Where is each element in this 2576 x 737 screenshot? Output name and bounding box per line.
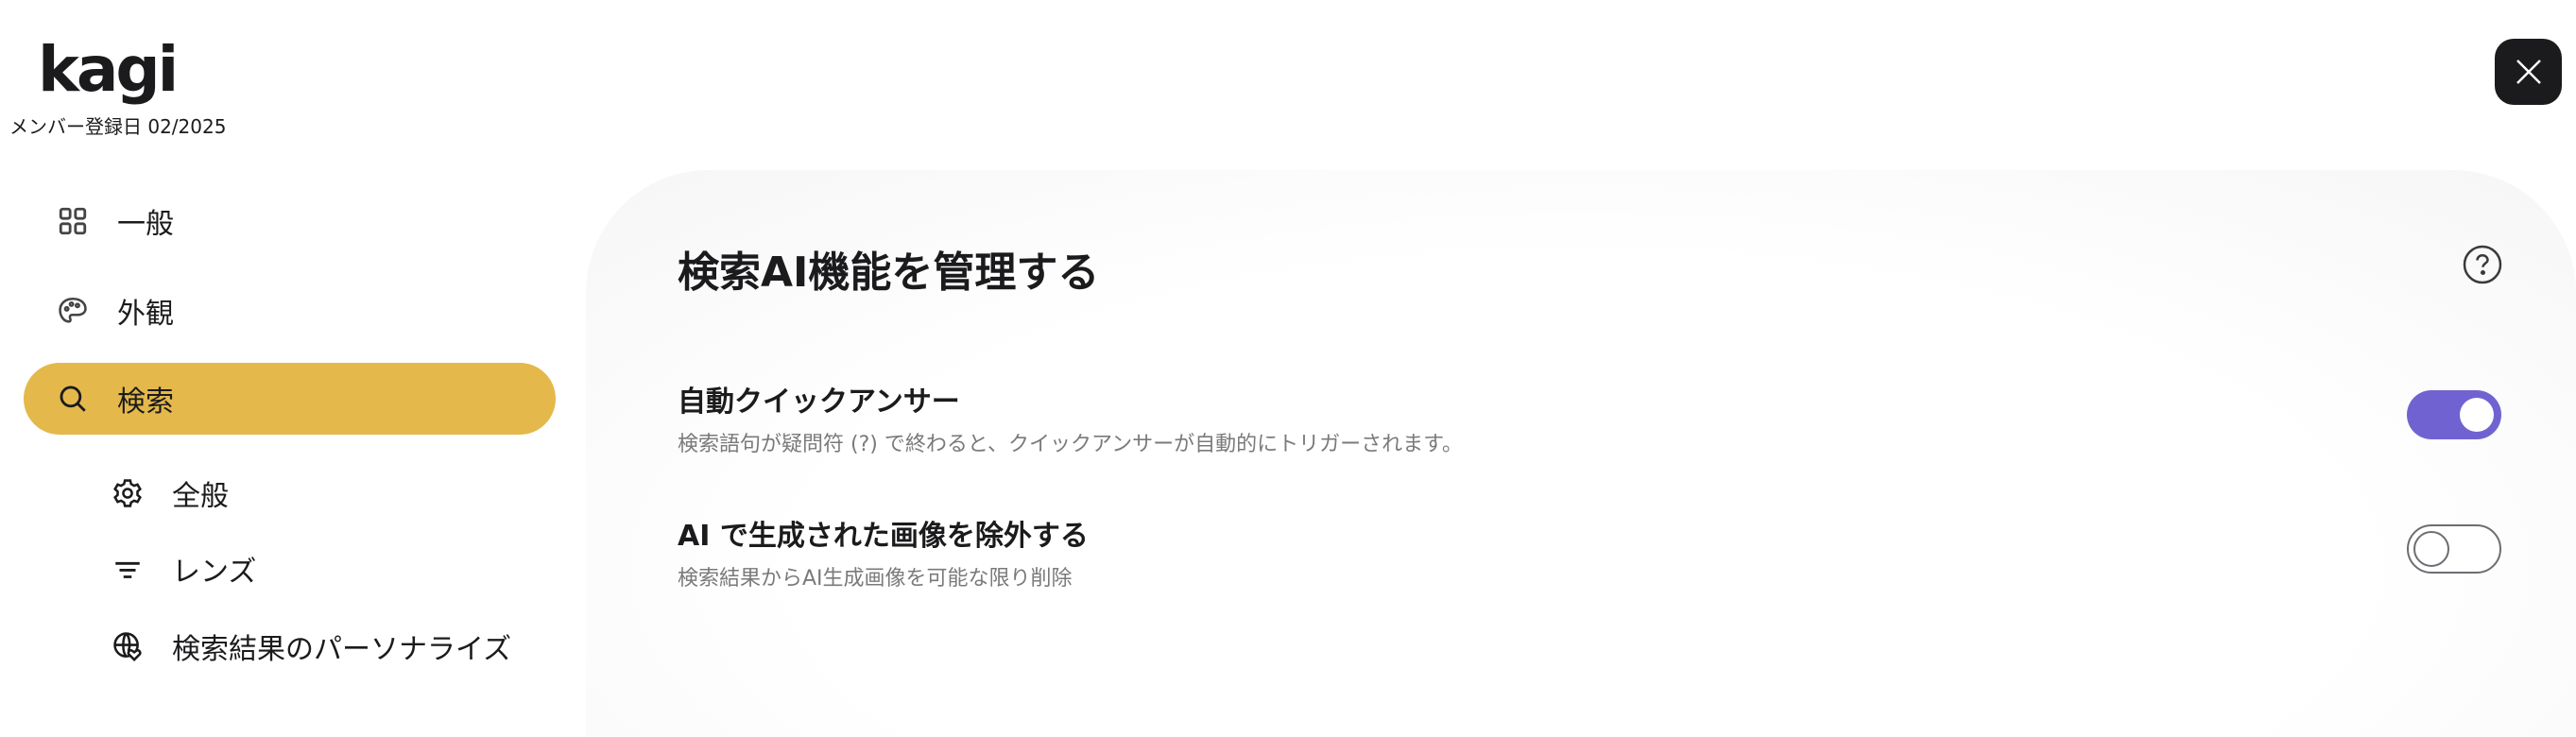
toggle-knob	[2413, 531, 2449, 567]
sidebar-item-search[interactable]: 検索	[24, 363, 556, 435]
filter-icon	[115, 561, 140, 578]
search-icon	[60, 386, 86, 412]
sidebar-item-label: 検索	[117, 386, 174, 419]
palette-icon	[59, 297, 87, 323]
sidebar-subitem-personalize[interactable]: 検索結果のパーソナライズ	[112, 626, 511, 667]
sidebar-item-label: 一般	[117, 208, 174, 241]
exclude-ai-images-toggle[interactable]	[2407, 524, 2501, 574]
setting-description: 検索語句が疑問符 (?) で終わると、クイックアンサーが自動的にトリガーされます…	[678, 433, 1463, 456]
sidebar-subitem-label: 検索結果のパーソナライズ	[172, 633, 512, 666]
sidebar-item-appearance[interactable]: 外観	[57, 290, 174, 332]
help-icon[interactable]	[2463, 245, 2502, 284]
page-title: 検索AI機能を管理する	[678, 249, 1100, 297]
member-since: メンバー登録日 02/2025	[9, 115, 227, 138]
auto-quick-answer-toggle[interactable]	[2407, 390, 2501, 439]
sidebar-subitem-label: 全般	[172, 480, 229, 513]
setting-title-auto-quick-answer: 自動クイックアンサー	[678, 386, 960, 419]
setting-description: 検索結果からAI生成画像を可能な限り削除	[678, 567, 1073, 591]
grid-icon	[59, 207, 87, 235]
gear-icon	[113, 479, 142, 507]
sidebar-subitem-general[interactable]: 全般	[112, 472, 229, 514]
close-button[interactable]	[2495, 39, 2562, 105]
toggle-knob	[2460, 398, 2494, 432]
setting-title-exclude-ai-images: AI で生成された画像を除外する	[678, 520, 1089, 553]
svg-text:kagi: kagi	[38, 33, 176, 106]
sidebar-item-general[interactable]: 一般	[57, 200, 174, 242]
sidebar-subitem-label: レンズ	[172, 556, 257, 589]
sidebar-item-label: 外観	[117, 298, 174, 331]
close-icon	[2516, 60, 2541, 84]
sidebar-subitem-lenses[interactable]: レンズ	[112, 548, 256, 590]
kagi-logo: kagi	[38, 33, 179, 106]
globe-heart-icon	[113, 632, 142, 661]
